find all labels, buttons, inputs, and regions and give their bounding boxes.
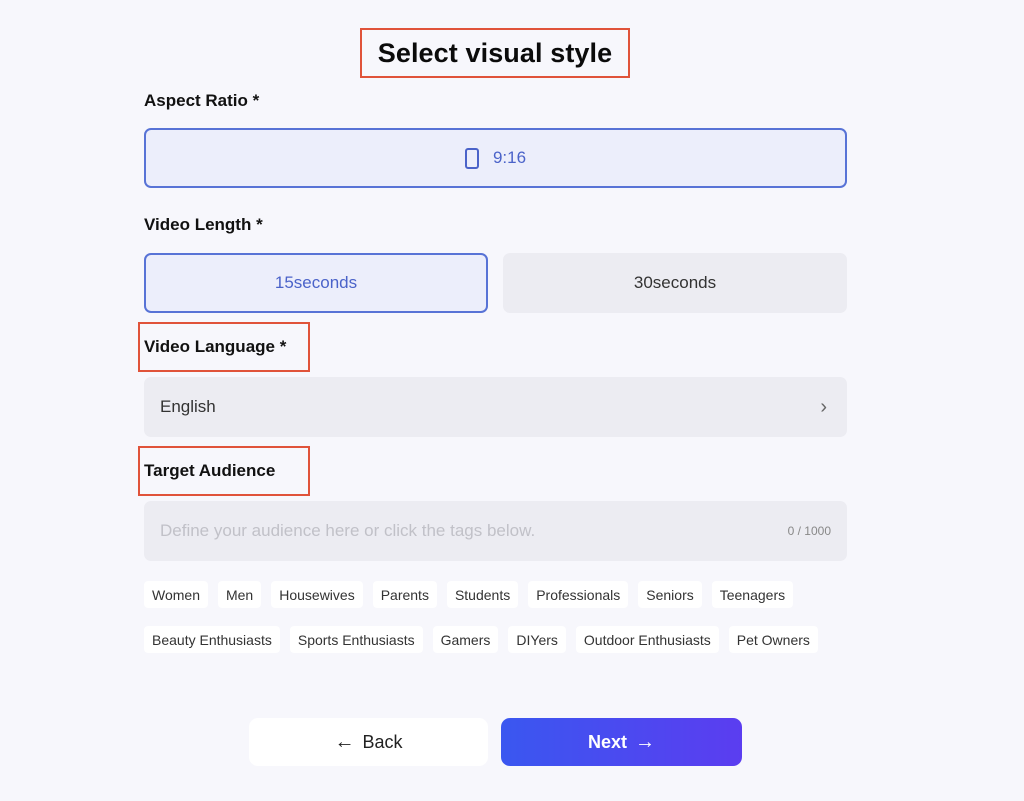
tag-sports-enthusiasts[interactable]: Sports Enthusiasts <box>289 626 423 653</box>
target-audience-input[interactable] <box>160 521 778 541</box>
audience-tags-row-1: Women Men Housewives Parents Students Pr… <box>144 581 794 608</box>
video-length-label: Video Length * <box>144 215 263 234</box>
tag-housewives[interactable]: Housewives <box>271 581 363 608</box>
tag-women[interactable]: Women <box>144 581 208 608</box>
arrow-left-icon: ← <box>334 730 355 753</box>
video-length-15s-label: 15seconds <box>274 273 358 292</box>
next-button[interactable]: Next → <box>501 718 742 766</box>
back-button[interactable]: ← Back <box>249 718 488 766</box>
aspect-ratio-option-9-16[interactable]: 9:16 <box>144 128 847 188</box>
tag-teenagers[interactable]: Teenagers <box>711 581 794 608</box>
character-counter: 0 / 1000 <box>787 524 831 538</box>
video-length-30s-button[interactable]: 30seconds <box>503 253 847 313</box>
chevron-right-icon: › <box>820 395 827 418</box>
video-length-30s-label: 30seconds <box>633 273 717 292</box>
visual-style-page: Select visual style Aspect Ratio * 9:16 … <box>0 0 1024 801</box>
video-language-label: Video Language * <box>138 322 310 372</box>
tag-seniors[interactable]: Seniors <box>638 581 702 608</box>
tag-outdoor-enthusiasts[interactable]: Outdoor Enthusiasts <box>575 626 719 653</box>
tag-parents[interactable]: Parents <box>372 581 437 608</box>
tag-diyers[interactable]: DIYers <box>508 626 566 653</box>
aspect-ratio-label: Aspect Ratio * <box>144 91 260 110</box>
page-title: Select visual style <box>377 37 613 68</box>
video-language-select[interactable]: English › <box>144 377 847 437</box>
target-audience-label: Target Audience <box>138 446 310 496</box>
tag-beauty-enthusiasts[interactable]: Beauty Enthusiasts <box>144 626 280 653</box>
video-language-label-text: Video Language * <box>144 337 287 356</box>
video-language-value: English <box>160 397 216 416</box>
tag-men[interactable]: Men <box>217 581 262 608</box>
tag-pet-owners[interactable]: Pet Owners <box>728 626 818 653</box>
video-length-15s-button[interactable]: 15seconds <box>144 253 488 313</box>
title-highlight-box: Select visual style <box>360 28 630 78</box>
arrow-right-icon: → <box>635 730 655 753</box>
next-button-label: Next <box>587 731 627 752</box>
target-audience-field[interactable]: 0 / 1000 <box>144 501 847 561</box>
tag-gamers[interactable]: Gamers <box>432 626 499 653</box>
tag-professionals[interactable]: Professionals <box>528 581 629 608</box>
tag-students[interactable]: Students <box>446 581 519 608</box>
aspect-ratio-value: 9:16 <box>492 148 527 167</box>
portrait-phone-icon <box>464 147 479 169</box>
target-audience-label-text: Target Audience <box>144 461 276 480</box>
back-button-label: Back <box>362 731 403 752</box>
audience-tags-row-2: Beauty Enthusiasts Sports Enthusiasts Ga… <box>144 626 818 653</box>
